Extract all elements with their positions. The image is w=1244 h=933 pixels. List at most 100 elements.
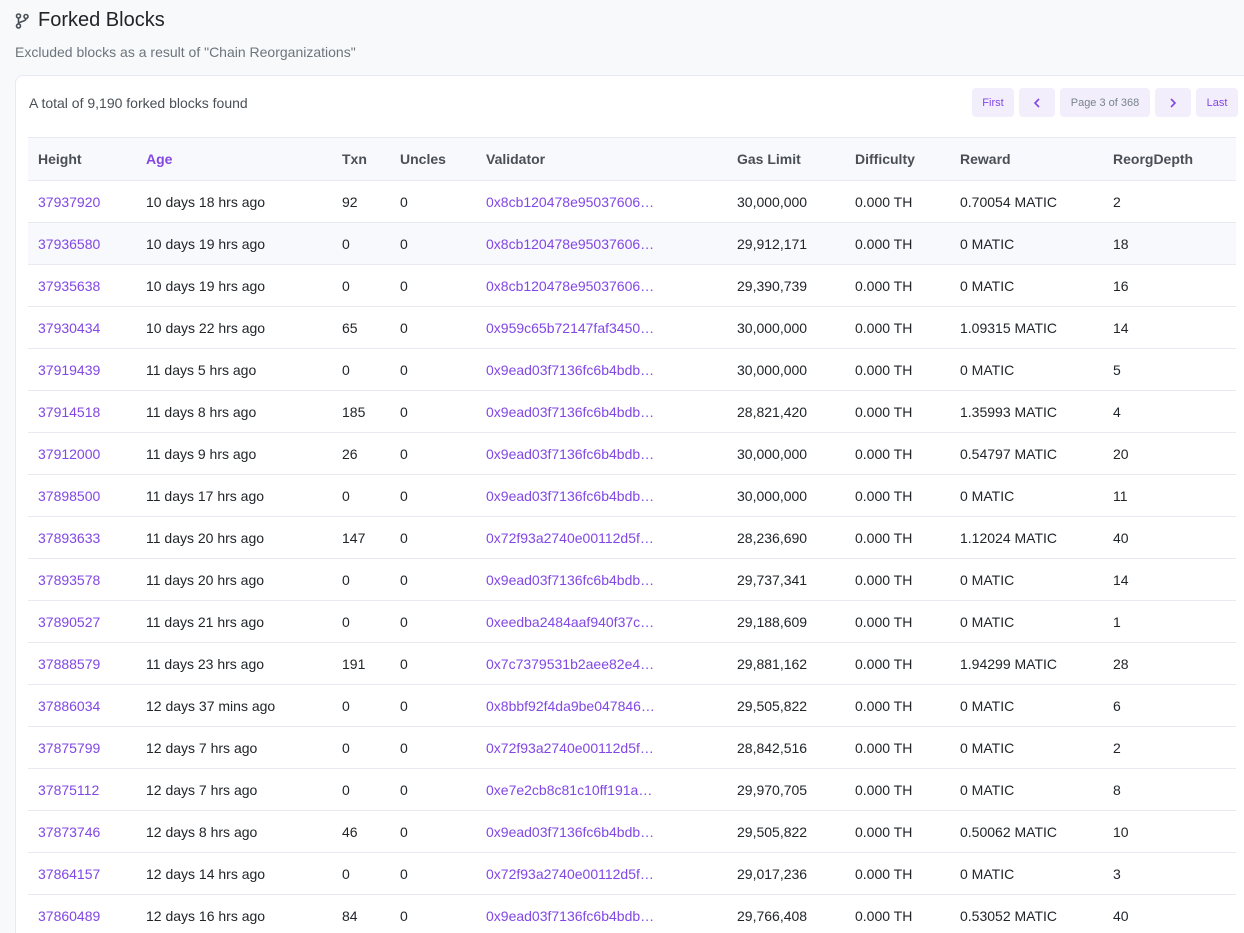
- validator-link[interactable]: 0x9ead03f7136fc6b4bdb…: [486, 362, 656, 378]
- block-height-link[interactable]: 37935638: [38, 278, 100, 294]
- table-cell: 28: [1103, 642, 1236, 685]
- table-cell: 37875112: [28, 768, 136, 811]
- block-height-link[interactable]: 37898500: [38, 488, 100, 504]
- table-cell: 29,505,822: [727, 684, 845, 727]
- block-height-link[interactable]: 37893633: [38, 530, 100, 546]
- gas-limit-cell: 29,390,739: [737, 277, 808, 294]
- gas-limit-cell: 30,000,000: [737, 445, 808, 462]
- table-cell: 191: [332, 642, 390, 685]
- validator-link[interactable]: 0x8bbf92f4da9be047846…: [486, 698, 656, 714]
- table-cell: 0: [390, 306, 476, 349]
- table-cell: 11 days 20 hrs ago: [136, 558, 332, 601]
- block-height-link[interactable]: 37919439: [38, 362, 100, 378]
- validator-link[interactable]: 0xe7e2cb8c81c10ff191a…: [486, 782, 656, 798]
- block-height-link[interactable]: 37893578: [38, 572, 100, 588]
- validator-link[interactable]: 0x9ead03f7136fc6b4bdb…: [486, 908, 656, 924]
- table-cell: 0.000 TH: [845, 348, 950, 391]
- validator-link[interactable]: 0x8cb120478e95037606…: [486, 194, 656, 210]
- txn-count-cell: 0: [342, 277, 350, 294]
- table-cell: 0 MATIC: [950, 558, 1103, 601]
- block-height-link[interactable]: 37890527: [38, 614, 100, 630]
- reorg-depth-cell: 14: [1113, 571, 1129, 588]
- table-cell: 1.09315 MATIC: [950, 306, 1103, 349]
- reorg-depth-cell: 11: [1113, 487, 1128, 504]
- last-page-button[interactable]: Last: [1196, 88, 1238, 117]
- block-height-link[interactable]: 37864157: [38, 866, 100, 882]
- validator-link[interactable]: 0x9ead03f7136fc6b4bdb…: [486, 824, 656, 840]
- reward-cell: 0.54797 MATIC: [960, 445, 1058, 462]
- validator-link[interactable]: 0x9ead03f7136fc6b4bdb…: [486, 446, 656, 462]
- block-height-link[interactable]: 37914518: [38, 404, 100, 420]
- uncles-cell: 0: [400, 781, 408, 798]
- validator-link[interactable]: 0x8cb120478e95037606…: [486, 278, 656, 294]
- validator-link[interactable]: 0x959c65b72147faf3450…: [486, 320, 656, 336]
- table-cell: 10 days 18 hrs ago: [136, 180, 332, 223]
- table-cell: 2: [1103, 180, 1236, 223]
- block-height-link[interactable]: 37937920: [38, 194, 100, 210]
- table-cell: 0: [390, 558, 476, 601]
- table-cell: 0.000 TH: [845, 306, 950, 349]
- validator-link[interactable]: 0x7c7379531b2aee82e4…: [486, 656, 656, 672]
- block-height-link[interactable]: 37912000: [38, 446, 100, 462]
- table-cell: 0.000 TH: [845, 726, 950, 769]
- block-height-link[interactable]: 37873746: [38, 824, 100, 840]
- table-cell: 14: [1103, 306, 1236, 349]
- validator-link[interactable]: 0x72f93a2740e00112d5f…: [486, 530, 656, 546]
- table-cell: 12 days 14 hrs ago: [136, 852, 332, 895]
- pagination: First Page 3 of 368 Last: [972, 88, 1238, 117]
- txn-count-cell: 147: [342, 529, 366, 546]
- table-cell: 0: [390, 264, 476, 307]
- block-height-link[interactable]: 37875112: [38, 782, 99, 798]
- age-cell: 12 days 16 hrs ago: [146, 907, 266, 924]
- block-height-link[interactable]: 37930434: [38, 320, 100, 336]
- age-cell: 10 days 22 hrs ago: [146, 319, 266, 336]
- block-height-link[interactable]: 37860489: [38, 908, 100, 924]
- validator-link[interactable]: 0x72f93a2740e00112d5f…: [486, 866, 656, 882]
- validator-link[interactable]: 0x8cb120478e95037606…: [486, 236, 656, 252]
- uncles-cell: 0: [400, 613, 408, 630]
- table-cell: 0: [332, 684, 390, 727]
- reorg-depth-cell: 10: [1113, 823, 1129, 840]
- table-cell: 37888579: [28, 642, 136, 685]
- block-height-link[interactable]: 37886034: [38, 698, 100, 714]
- reorg-depth-cell: 18: [1113, 235, 1129, 252]
- validator-link[interactable]: 0x9ead03f7136fc6b4bdb…: [486, 404, 656, 420]
- col-reward-header: Reward: [950, 137, 1103, 181]
- table-cell: 29,881,162: [727, 642, 845, 685]
- table-cell: 0x9ead03f7136fc6b4bdb…: [476, 432, 727, 475]
- age-cell: 11 days 17 hrs ago: [146, 487, 265, 504]
- table-cell: 29,017,236: [727, 852, 845, 895]
- first-page-button[interactable]: First: [972, 88, 1014, 117]
- table-cell: 0x8bbf92f4da9be047846…: [476, 684, 727, 727]
- block-height-link[interactable]: 37936580: [38, 236, 100, 252]
- reorg-depth-cell: 14: [1113, 319, 1129, 336]
- table-cell: 1.35993 MATIC: [950, 390, 1103, 433]
- validator-link[interactable]: 0x72f93a2740e00112d5f…: [486, 740, 656, 756]
- validator-link[interactable]: 0x9ead03f7136fc6b4bdb…: [486, 488, 656, 504]
- table-cell: 37893578: [28, 558, 136, 601]
- block-height-link[interactable]: 37875799: [38, 740, 100, 756]
- table-cell: 0.000 TH: [845, 222, 950, 265]
- table-cell: 0.54797 MATIC: [950, 432, 1103, 475]
- reorg-depth-cell: 40: [1113, 529, 1129, 546]
- table-cell: 0x7c7379531b2aee82e4…: [476, 642, 727, 685]
- col-age-header[interactable]: Age: [136, 137, 332, 181]
- txn-count-cell: 26: [342, 445, 358, 462]
- table-cell: 0x9ead03f7136fc6b4bdb…: [476, 348, 727, 391]
- table-cell: 37914518: [28, 390, 136, 433]
- table-cell: 0.000 TH: [845, 642, 950, 685]
- uncles-cell: 0: [400, 529, 408, 546]
- previous-page-button[interactable]: [1019, 88, 1055, 117]
- table-cell: 37860489: [28, 894, 136, 933]
- reorg-depth-cell: 1: [1113, 613, 1121, 630]
- validator-link[interactable]: 0x9ead03f7136fc6b4bdb…: [486, 572, 656, 588]
- txn-count-cell: 0: [342, 697, 350, 714]
- block-height-link[interactable]: 37888579: [38, 656, 100, 672]
- validator-link[interactable]: 0xeedba2484aaf940f37c…: [486, 614, 656, 630]
- table-cell: 11 days 17 hrs ago: [136, 474, 332, 517]
- next-page-button[interactable]: [1155, 88, 1191, 117]
- reward-cell: 0.50062 MATIC: [960, 823, 1058, 840]
- table-cell: 0x9ead03f7136fc6b4bdb…: [476, 810, 727, 853]
- col-validator-header: Validator: [476, 137, 727, 181]
- table-cell: 12 days 8 hrs ago: [136, 810, 332, 853]
